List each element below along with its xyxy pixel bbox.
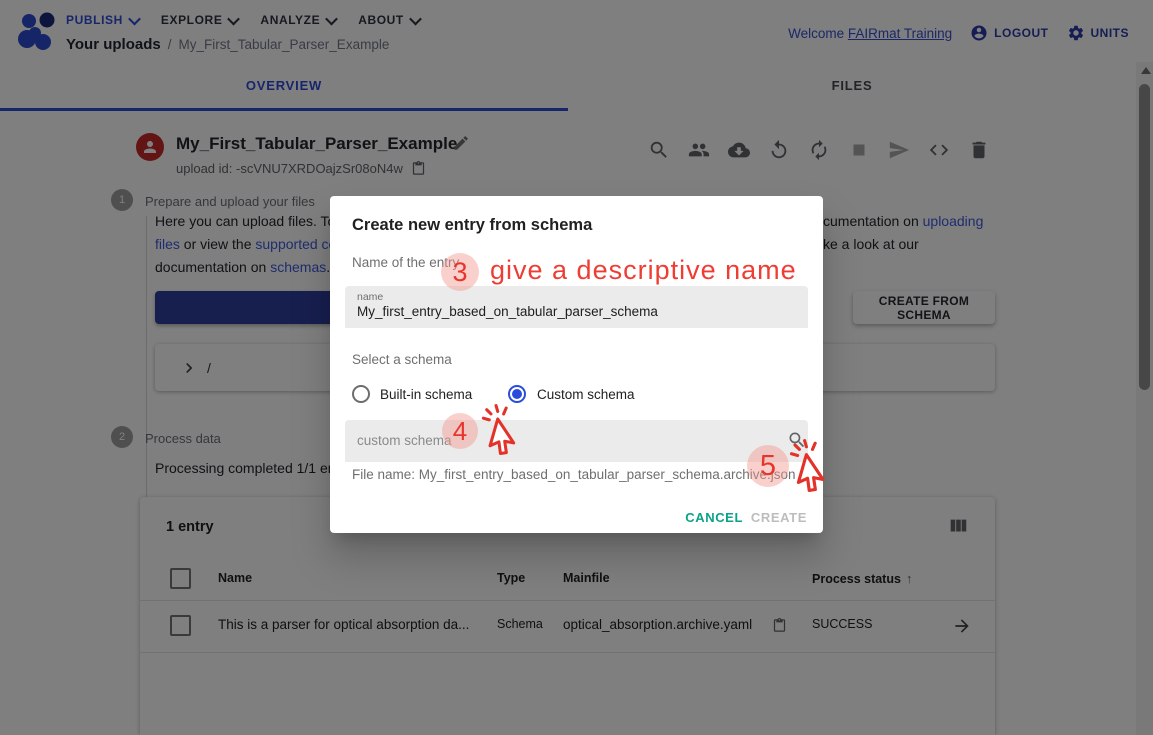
click-cursor-icon [480,403,534,457]
custom-schema-input[interactable] [357,433,777,448]
annotation-step3-number: 3 [452,257,467,288]
entry-name-input[interactable] [357,304,777,319]
schema-section-label: Select a schema [352,352,452,367]
builtin-schema-label[interactable]: Built-in schema [380,387,472,402]
app-root: PUBLISH EXPLORE ANALYZE ABOUT Your uploa… [0,0,1153,735]
annotation-step5-badge: 5 [747,445,789,487]
annotation-step3-text: give a descriptive name [490,250,797,290]
annotation-step4-number: 4 [453,416,467,447]
custom-schema-radio[interactable] [508,385,526,403]
create-button[interactable]: CREATE [743,504,815,531]
annotation-step4-badge: 4 [442,413,478,449]
cancel-button[interactable]: CANCEL [677,504,751,531]
custom-schema-label[interactable]: Custom schema [537,387,635,402]
click-cursor-icon [788,438,844,494]
annotation-step5-number: 5 [760,450,776,483]
dialog-title: Create new entry from schema [352,216,592,235]
entry-name-field-label: name [357,291,383,303]
custom-schema-field[interactable] [345,420,808,462]
file-name-hint: File name: My_first_entry_based_on_tabul… [352,467,795,482]
entry-name-field[interactable]: name [345,286,808,328]
create-entry-dialog: Create new entry from schema Name of the… [330,196,823,533]
annotation-step3-badge: 3 [441,253,479,291]
builtin-schema-radio[interactable] [352,385,370,403]
